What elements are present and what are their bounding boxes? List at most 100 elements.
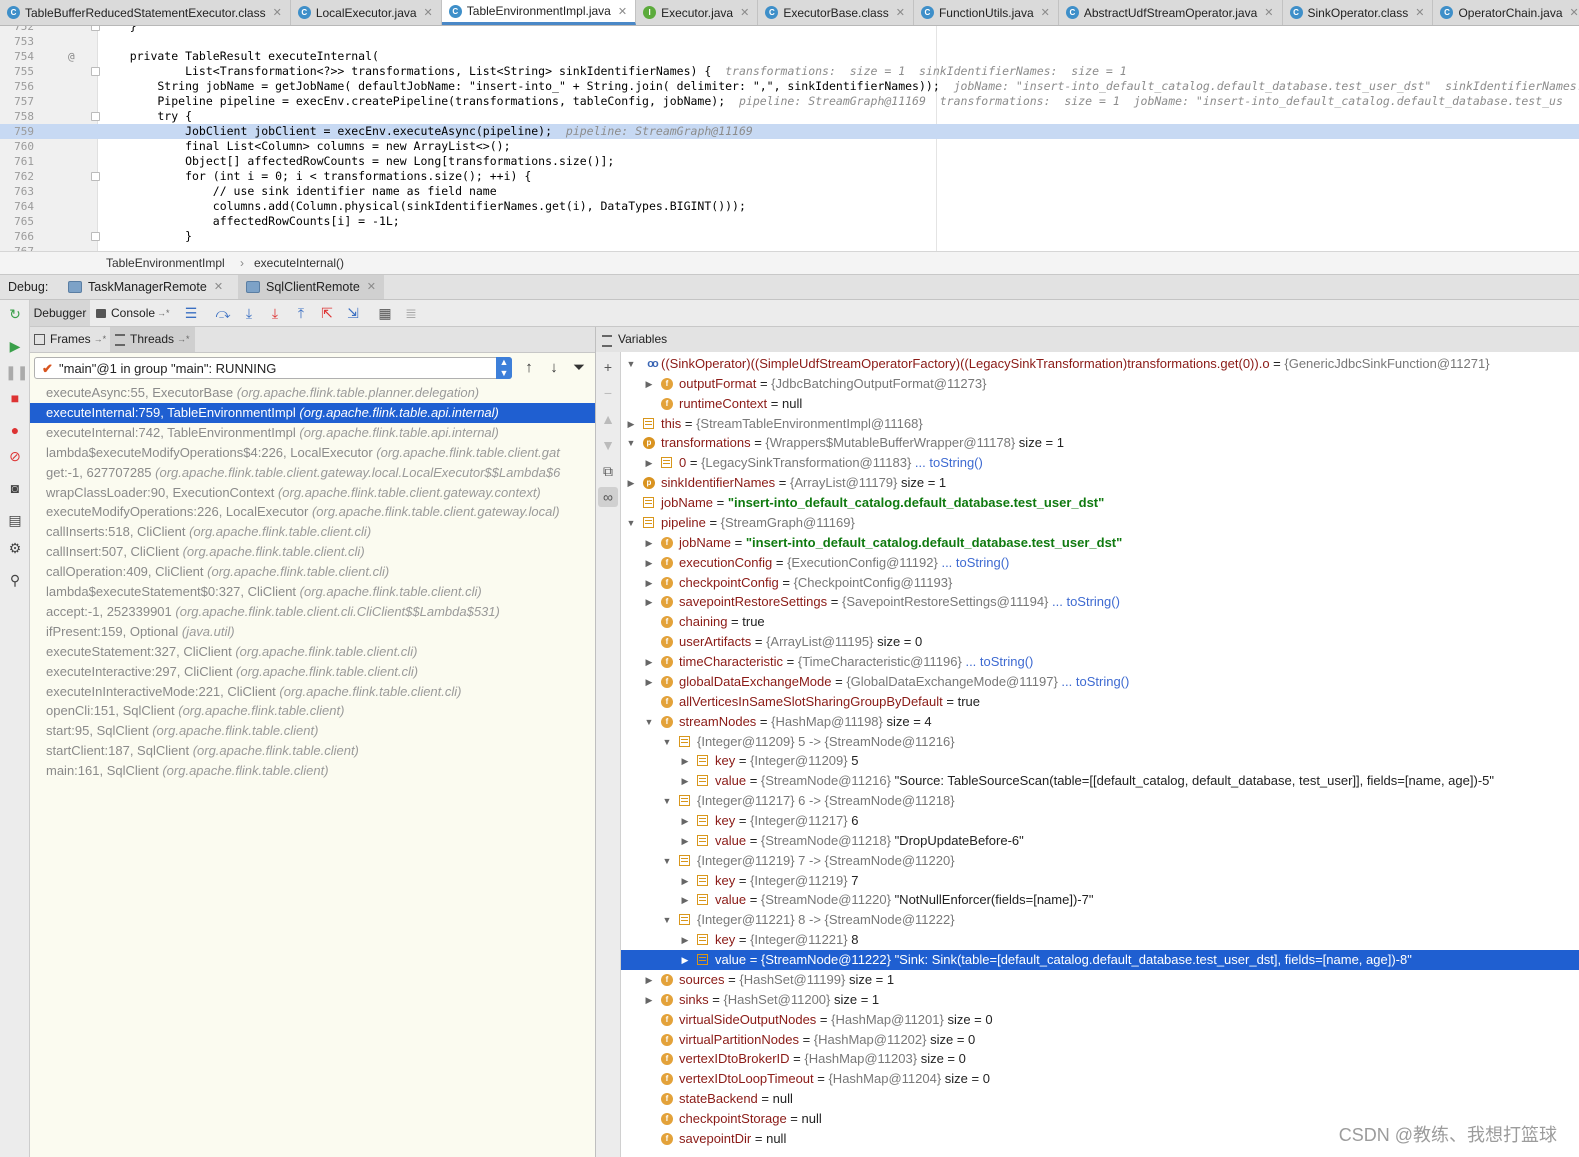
force-step-into-icon[interactable]: ⤓ bbox=[265, 303, 285, 323]
settings-icon[interactable]: ⚙ bbox=[5, 538, 25, 558]
variable-row[interactable]: ▶ value = {StreamNode@11216} "Source: Tab… bbox=[621, 771, 1579, 791]
variable-row[interactable]: f chaining = true bbox=[621, 612, 1579, 632]
expand-arrow-icon[interactable]: ▶ bbox=[643, 970, 655, 990]
expand-arrow-icon[interactable]: ▶ bbox=[679, 771, 691, 791]
variable-row[interactable]: ▶ this = {StreamTableEnvironmentImpl@1116… bbox=[621, 414, 1579, 434]
editor-tab[interactable]: C SinkOperator.class ✕ bbox=[1283, 0, 1434, 25]
expand-arrow-icon[interactable]: ▶ bbox=[625, 473, 637, 493]
expand-arrow-icon[interactable]: ▶ bbox=[643, 374, 655, 394]
expand-arrow-icon[interactable]: ▶ bbox=[643, 990, 655, 1010]
stack-frame[interactable]: start:95, SqlClient (org.apache.flink.ta… bbox=[30, 721, 595, 741]
copy-icon[interactable]: ⧉ bbox=[598, 461, 618, 481]
variable-row[interactable]: ▶ f timeCharacteristic = {TimeCharacterist… bbox=[621, 652, 1579, 672]
variable-row[interactable]: ▶ f executionConfig = {ExecutionConfig@111… bbox=[621, 553, 1579, 573]
variable-row[interactable]: ▶ key = {Integer@11219} 7 bbox=[621, 871, 1579, 891]
tab-console[interactable]: Console →* bbox=[96, 300, 170, 326]
expand-arrow-icon[interactable]: ▶ bbox=[679, 890, 691, 910]
close-icon[interactable]: ✕ bbox=[1570, 6, 1579, 19]
fold-icon[interactable] bbox=[91, 67, 100, 76]
stack-frame[interactable]: executeModifyOperations:226, LocalExecut… bbox=[30, 502, 595, 522]
code-line[interactable]: 761 Object[] affectedRowCounts = new Lon… bbox=[0, 154, 1579, 169]
collapse-arrow-icon[interactable]: ▼ bbox=[625, 354, 637, 374]
next-frame-icon[interactable]: ↓ bbox=[545, 359, 563, 377]
breadcrumb-class[interactable]: TableEnvironmentImpl bbox=[106, 252, 225, 274]
breadcrumb-method[interactable]: executeInternal() bbox=[254, 252, 344, 274]
tab-debugger[interactable]: Debugger bbox=[30, 300, 90, 326]
stack-frame[interactable]: executeStatement:327, CliClient (org.apa… bbox=[30, 642, 595, 662]
code-line[interactable]: 764 columns.add(Column.physical(sinkIden… bbox=[0, 199, 1579, 214]
variable-row[interactable]: f stateBackend = null bbox=[621, 1089, 1579, 1109]
step-into-icon[interactable]: ⤓ bbox=[239, 303, 259, 323]
variable-row[interactable]: ▶ p sinkIdentifierNames = {ArrayList@11179… bbox=[621, 473, 1579, 493]
close-icon[interactable]: ✕ bbox=[1264, 6, 1273, 19]
rerun-icon[interactable]: ↻ bbox=[5, 304, 25, 324]
fold-icon[interactable] bbox=[91, 232, 100, 241]
expand-arrow-icon[interactable]: ▶ bbox=[679, 950, 691, 970]
stack-frame[interactable]: main:161, SqlClient (org.apache.flink.ta… bbox=[30, 761, 595, 781]
stack-frame[interactable]: executeInteractive:297, CliClient (org.a… bbox=[30, 662, 595, 682]
code-line[interactable]: 765 affectedRowCounts[i] = -1L; bbox=[0, 214, 1579, 229]
move-down-icon[interactable]: ▼ bbox=[598, 435, 618, 455]
editor-tab[interactable]: C FunctionUtils.java ✕ bbox=[914, 0, 1059, 25]
stack-frame[interactable]: executeInternal:742, TableEnvironmentImp… bbox=[30, 423, 595, 443]
variable-row[interactable]: ▼ {Integer@11219} 7 -> {StreamNode@11220} bbox=[621, 851, 1579, 871]
tostring-link[interactable]: ... toString() bbox=[1048, 594, 1120, 609]
fold-icon[interactable] bbox=[91, 26, 100, 31]
stack-frame[interactable]: startClient:187, SqlClient (org.apache.f… bbox=[30, 741, 595, 761]
close-icon[interactable]: ✕ bbox=[618, 5, 627, 18]
code-line[interactable]: 756 String jobName = getJobName( default… bbox=[0, 79, 1579, 94]
tostring-link[interactable]: ... toString() bbox=[911, 455, 983, 470]
variable-row[interactable]: ▶ key = {Integer@11217} 6 bbox=[621, 811, 1579, 831]
code-line[interactable]: 767 bbox=[0, 244, 1579, 251]
variable-row[interactable]: ▼ {Integer@11217} 6 -> {StreamNode@11218} bbox=[621, 791, 1579, 811]
step-out-icon[interactable]: ⤒ bbox=[291, 303, 311, 323]
close-icon[interactable]: ✕ bbox=[424, 6, 433, 19]
session-tab-sqlclientremote[interactable]: SqlClientRemote ✕ bbox=[238, 275, 385, 299]
code-editor[interactable]: 752 } 753 754 @ private TableResult execute… bbox=[0, 26, 1579, 251]
editor-tab[interactable]: C TableBufferReducedStatementExecutor.cla… bbox=[0, 0, 291, 25]
variable-row[interactable]: ▶ f savepointRestoreSettings = {SavepointR… bbox=[621, 592, 1579, 612]
code-line[interactable]: 757 Pipeline pipeline = execEnv.createPi… bbox=[0, 94, 1579, 109]
session-tab-taskmanagerremote[interactable]: TaskManagerRemote ✕ bbox=[60, 275, 231, 299]
add-watch-icon[interactable]: + bbox=[598, 357, 618, 377]
expand-arrow-icon[interactable]: ▶ bbox=[643, 573, 655, 593]
variable-row[interactable]: ▶ f sources = {HashSet@11199} size = 1 bbox=[621, 970, 1579, 990]
tab-frames[interactable]: Frames →* bbox=[34, 327, 106, 352]
collapse-arrow-icon[interactable]: ▼ bbox=[625, 513, 637, 533]
variable-row[interactable]: ▶ 0 = {LegacySinkTransformation@11183} ..… bbox=[621, 453, 1579, 473]
variable-row[interactable]: f runtimeContext = null bbox=[621, 394, 1579, 414]
code-line[interactable]: 759 JobClient jobClient = execEnv.execut… bbox=[0, 124, 1579, 139]
trace-stream-icon[interactable]: ≣ bbox=[401, 303, 421, 323]
stack-frame[interactable]: callInsert:507, CliClient (org.apache.fl… bbox=[30, 542, 595, 562]
drop-frame-icon[interactable]: ⇱ bbox=[317, 303, 337, 323]
previous-frame-icon[interactable]: ↑ bbox=[520, 359, 538, 377]
close-icon[interactable]: ✕ bbox=[214, 275, 223, 299]
show-execution-point-icon[interactable]: ☰ bbox=[181, 303, 201, 323]
expand-arrow-icon[interactable]: ▶ bbox=[679, 751, 691, 771]
mute-breakpoints-icon[interactable]: ⊘ bbox=[5, 446, 25, 466]
variable-row[interactable]: jobName = "insert-into_default_catalog.d… bbox=[621, 493, 1579, 513]
step-over-icon[interactable]: ⤼ bbox=[213, 303, 233, 323]
expand-arrow-icon[interactable]: ▶ bbox=[643, 672, 655, 692]
fold-icon[interactable] bbox=[91, 172, 100, 181]
tostring-link[interactable]: ... toString() bbox=[962, 654, 1033, 669]
editor-tab[interactable]: C LocalExecutor.java ✕ bbox=[291, 0, 442, 25]
variable-row[interactable]: ▶ value = {StreamNode@11222} "Sink: Sink(… bbox=[621, 950, 1579, 971]
variable-row[interactable]: ▼ oo ((SinkOperator)((SimpleUdfStreamOpera… bbox=[621, 354, 1579, 374]
expand-arrow-icon[interactable]: ▶ bbox=[643, 553, 655, 573]
variable-row[interactable]: ▼ {Integer@11209} 5 -> {StreamNode@11216} bbox=[621, 732, 1579, 752]
close-icon[interactable]: ✕ bbox=[740, 6, 749, 19]
code-line[interactable]: 752 } bbox=[0, 26, 1579, 34]
code-line[interactable]: 763 // use sink identifier name as field… bbox=[0, 184, 1579, 199]
thread-selector[interactable]: ✔ "main"@1 in group "main": RUNNING ▲ ▼ bbox=[34, 357, 512, 379]
close-icon[interactable]: ✕ bbox=[1041, 6, 1050, 19]
close-icon[interactable]: ✕ bbox=[367, 275, 376, 299]
code-line[interactable]: 762 for (int i = 0; i < transformations.… bbox=[0, 169, 1579, 184]
variable-row[interactable]: ▼ pipeline = {StreamGraph@11169} bbox=[621, 513, 1579, 533]
code-line[interactable]: 766 } bbox=[0, 229, 1579, 244]
tab-threads[interactable]: Threads →* bbox=[110, 327, 195, 352]
variable-row[interactable]: f allVerticesInSameSlotSharingGroupByDefa… bbox=[621, 692, 1579, 712]
stack-frame[interactable]: lambda$executeModifyOperations$4:226, Lo… bbox=[30, 443, 595, 463]
close-icon[interactable]: ✕ bbox=[273, 6, 282, 19]
expand-arrow-icon[interactable]: ▶ bbox=[679, 930, 691, 950]
